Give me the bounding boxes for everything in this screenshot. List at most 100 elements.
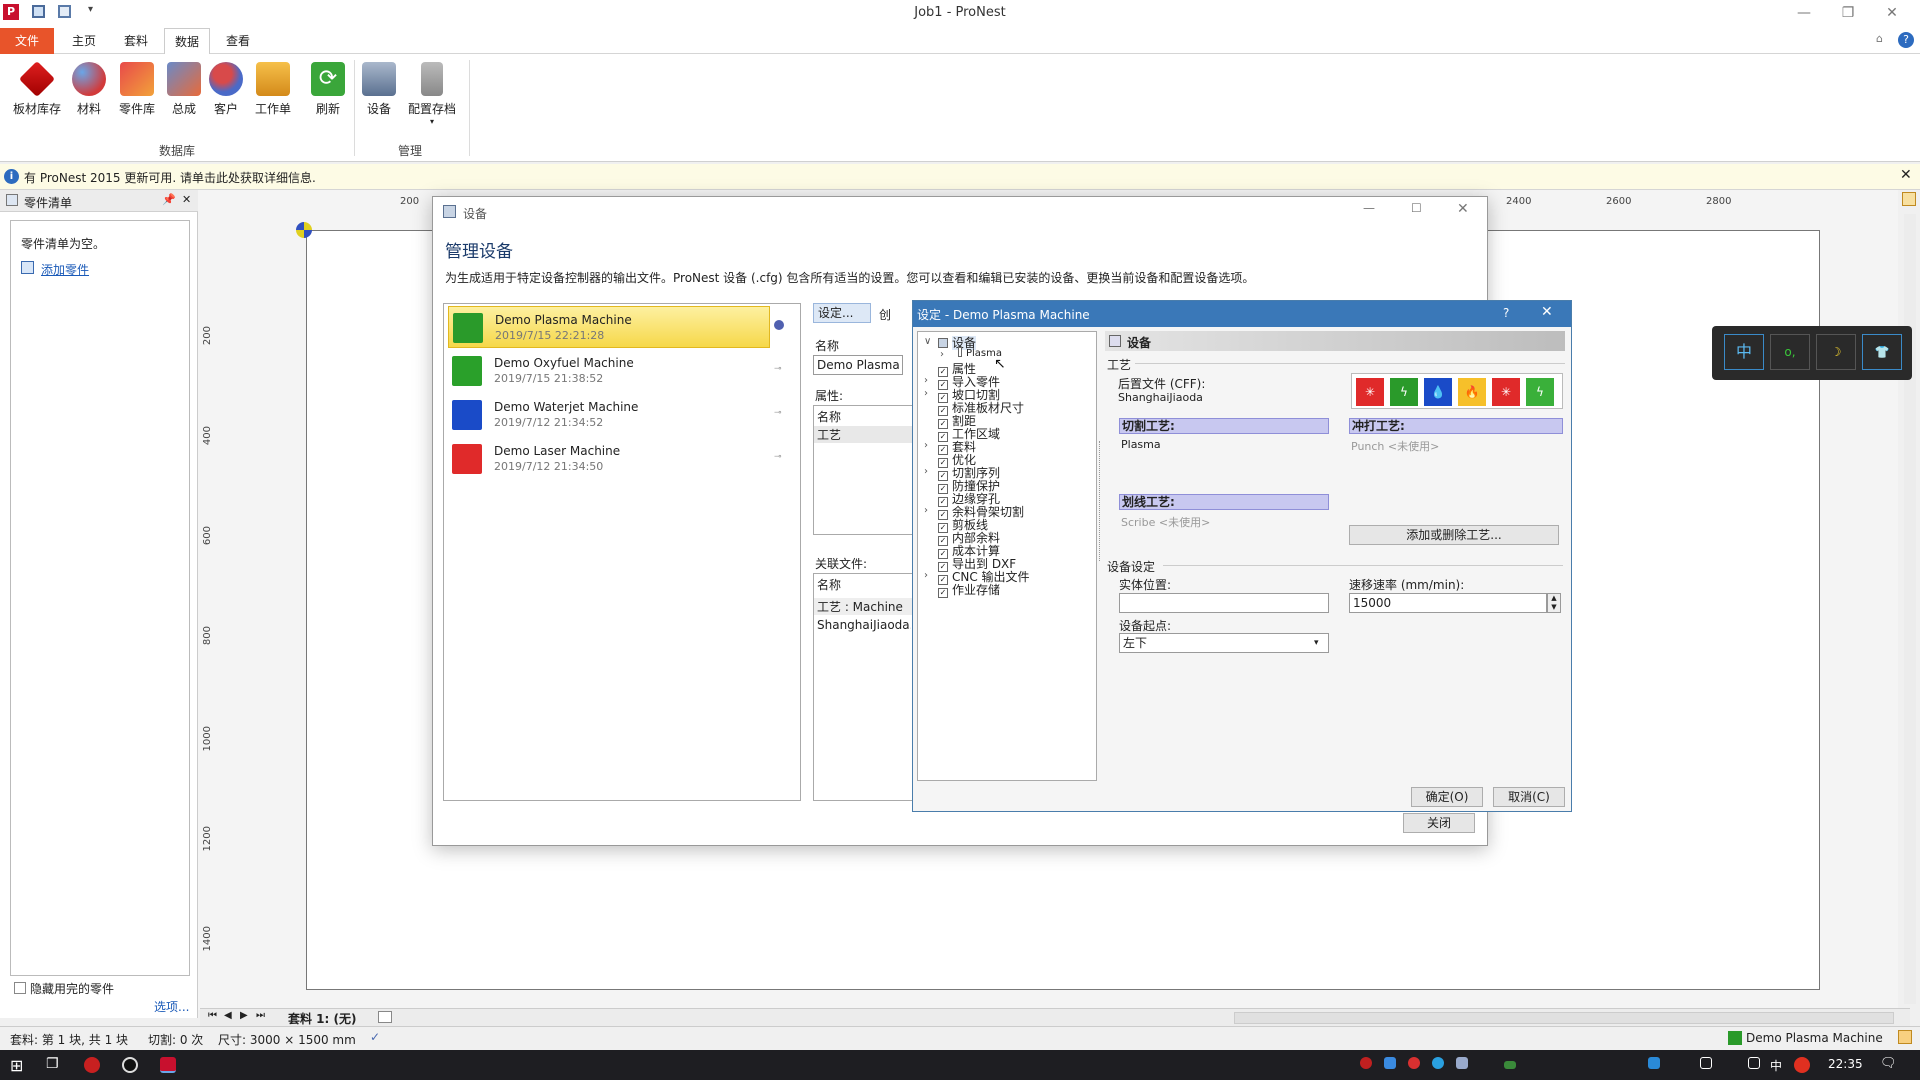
machine-item-plasma[interactable]: Demo Plasma Machine 2019/7/15 22:21:28: [448, 306, 770, 348]
part-library-button[interactable]: 零件库: [110, 62, 164, 117]
tray-volume-icon[interactable]: [1748, 1057, 1760, 1069]
settings-toolbar-button[interactable]: 设定...: [813, 303, 871, 323]
scribe-process-icon[interactable]: ϟ: [1526, 378, 1554, 406]
expand-icon[interactable]: ›: [924, 375, 934, 386]
status-settings-icon[interactable]: [1898, 1030, 1912, 1044]
tab-nest[interactable]: 套料: [114, 28, 158, 54]
prev-nest-icon[interactable]: ◀: [224, 1010, 232, 1021]
add-part-icon[interactable]: [21, 261, 34, 274]
property-row[interactable]: 工艺: [814, 426, 912, 443]
ok-button[interactable]: 确定(O): [1411, 787, 1483, 807]
close-panel-icon[interactable]: ✕: [182, 193, 191, 206]
dialog-minimize-button[interactable]: —: [1363, 201, 1375, 215]
expand-icon[interactable]: ›: [924, 440, 934, 451]
punch-process-icon[interactable]: ✳: [1492, 378, 1520, 406]
machine-item-oxyfuel[interactable]: Demo Oxyfuel Machine 2019/7/15 21:38:52: [448, 350, 768, 392]
pin-icon[interactable]: ⊸: [774, 364, 782, 374]
property-row[interactable]: 名称: [817, 408, 841, 425]
update-info-bar[interactable]: i 有 ProNest 2015 更新可用. 请单击此处获取详细信息. ✕: [0, 164, 1920, 190]
cancel-button[interactable]: 取消(C): [1493, 787, 1565, 807]
plate-inventory-button[interactable]: 板材库存: [10, 60, 64, 117]
ime-lang-button[interactable]: 中: [1724, 334, 1764, 370]
options-link[interactable]: 选项...: [154, 998, 189, 1015]
tray-blue-icon[interactable]: [1384, 1057, 1396, 1069]
expand-icon[interactable]: ›: [924, 570, 934, 581]
status-machine[interactable]: Demo Plasma Machine: [1746, 1031, 1883, 1045]
dialog-close-button[interactable]: ✕: [1457, 201, 1469, 217]
tray-sogou-icon[interactable]: [1794, 1057, 1810, 1073]
oxyfuel-process-icon[interactable]: 🔥: [1458, 378, 1486, 406]
settings-close-button[interactable]: ✕: [1541, 304, 1553, 320]
home-position-field[interactable]: [1119, 593, 1329, 613]
side-toolbar-icon[interactable]: [1902, 192, 1916, 206]
expand-icon[interactable]: ›: [924, 505, 934, 516]
machine-origin-select[interactable]: 左下 ▾: [1119, 633, 1329, 653]
start-icon[interactable]: ⊞: [10, 1056, 23, 1075]
next-nest-icon[interactable]: ▶: [240, 1010, 248, 1021]
traverse-rate-field[interactable]: 15000: [1349, 593, 1547, 613]
notification-icon[interactable]: 🗨: [1880, 1056, 1897, 1071]
settings-help-button[interactable]: ?: [1503, 306, 1509, 320]
tray-ime-lang[interactable]: 中: [1770, 1057, 1782, 1074]
machine-button[interactable]: 设备: [352, 62, 406, 117]
tray-shield-icon[interactable]: [1648, 1057, 1660, 1069]
laser-process-icon[interactable]: ✳: [1356, 378, 1384, 406]
machine-item-waterjet[interactable]: Demo Waterjet Machine 2019/7/12 21:34:52: [448, 394, 768, 436]
new-nest-tab-icon[interactable]: [378, 1011, 392, 1023]
create-toolbar-button[interactable]: 创: [879, 306, 891, 323]
materials-button[interactable]: 材料: [62, 62, 116, 117]
work-order-button[interactable]: 工作单: [246, 62, 300, 117]
ime-punct-icon[interactable]: o,: [1770, 334, 1810, 370]
ime-moon-icon[interactable]: ☽: [1816, 334, 1856, 370]
tray-red-icon[interactable]: [1360, 1057, 1372, 1069]
add-remove-process-button[interactable]: 添加或删除工艺...: [1349, 525, 1559, 545]
close-button[interactable]: 关闭: [1403, 813, 1475, 833]
traverse-rate-stepper[interactable]: ▲ ▼: [1547, 593, 1561, 613]
collapse-ribbon-icon[interactable]: ⌂: [1876, 32, 1883, 45]
expand-icon[interactable]: ›: [924, 466, 934, 477]
refresh-button[interactable]: ⟳ 刷新: [301, 62, 355, 117]
tray-green-icon[interactable]: [1504, 1061, 1516, 1069]
pronest-taskbar-icon[interactable]: [160, 1057, 176, 1073]
first-nest-icon[interactable]: ⏮: [208, 1010, 217, 1021]
app-red-icon[interactable]: [84, 1057, 100, 1073]
pin-icon[interactable]: ⊸: [774, 452, 782, 462]
tab-file[interactable]: 文件: [0, 28, 54, 54]
restore-button[interactable]: ❐: [1826, 2, 1870, 24]
minimize-button[interactable]: —: [1782, 2, 1826, 24]
tray-wifi-icon[interactable]: [1700, 1057, 1712, 1069]
expand-icon[interactable]: ›: [924, 388, 934, 399]
taskbar-clock[interactable]: 22:35: [1828, 1057, 1863, 1071]
tray-red-circle-icon[interactable]: [1408, 1057, 1420, 1069]
customers-button[interactable]: 客户: [199, 62, 253, 117]
tree-item[interactable]: ✓ 作业存储: [938, 581, 1000, 598]
tab-view[interactable]: 查看: [216, 28, 260, 54]
waterjet-process-icon[interactable]: 💧: [1424, 378, 1452, 406]
tray-network-icon[interactable]: [1456, 1057, 1468, 1069]
tab-home[interactable]: 主页: [62, 28, 106, 54]
help-icon[interactable]: ?: [1898, 32, 1914, 48]
dialog-maximize-button[interactable]: ☐: [1411, 201, 1422, 215]
machine-item-laser[interactable]: Demo Laser Machine 2019/7/12 21:34:50: [448, 438, 768, 480]
expand-icon[interactable]: ›: [940, 349, 950, 360]
config-archive-button[interactable]: 配置存档 ▾: [404, 62, 460, 126]
status-check-icon[interactable]: ✓: [370, 1030, 384, 1044]
close-window-button[interactable]: ✕: [1870, 2, 1914, 24]
splitter[interactable]: [1099, 441, 1101, 561]
task-view-icon[interactable]: ❐: [46, 1056, 59, 1072]
machine-name-field[interactable]: Demo Plasma Mac: [813, 355, 903, 375]
pin-icon[interactable]: ⊸: [774, 408, 782, 418]
hide-used-checkbox[interactable]: [14, 982, 26, 994]
tray-skype-icon[interactable]: [1432, 1057, 1444, 1069]
update-info-text[interactable]: 有 ProNest 2015 更新可用. 请单击此处获取详细信息.: [24, 169, 316, 186]
close-infobar-icon[interactable]: ✕: [1900, 167, 1912, 183]
file-row[interactable]: ShanghaiJiaoda.cfl: [817, 618, 911, 632]
add-part-link[interactable]: 添加零件: [41, 261, 89, 278]
app-dark-icon[interactable]: [122, 1057, 138, 1073]
ime-skin-icon[interactable]: 👕: [1862, 334, 1902, 370]
last-nest-icon[interactable]: ⏭: [256, 1010, 265, 1021]
horizontal-scrollbar[interactable]: [1234, 1012, 1894, 1024]
plasma-process-icon[interactable]: ϟ: [1390, 378, 1418, 406]
pin-icon[interactable]: 📌: [162, 193, 176, 206]
nest-tab[interactable]: 套料 1: (无): [288, 1010, 356, 1027]
